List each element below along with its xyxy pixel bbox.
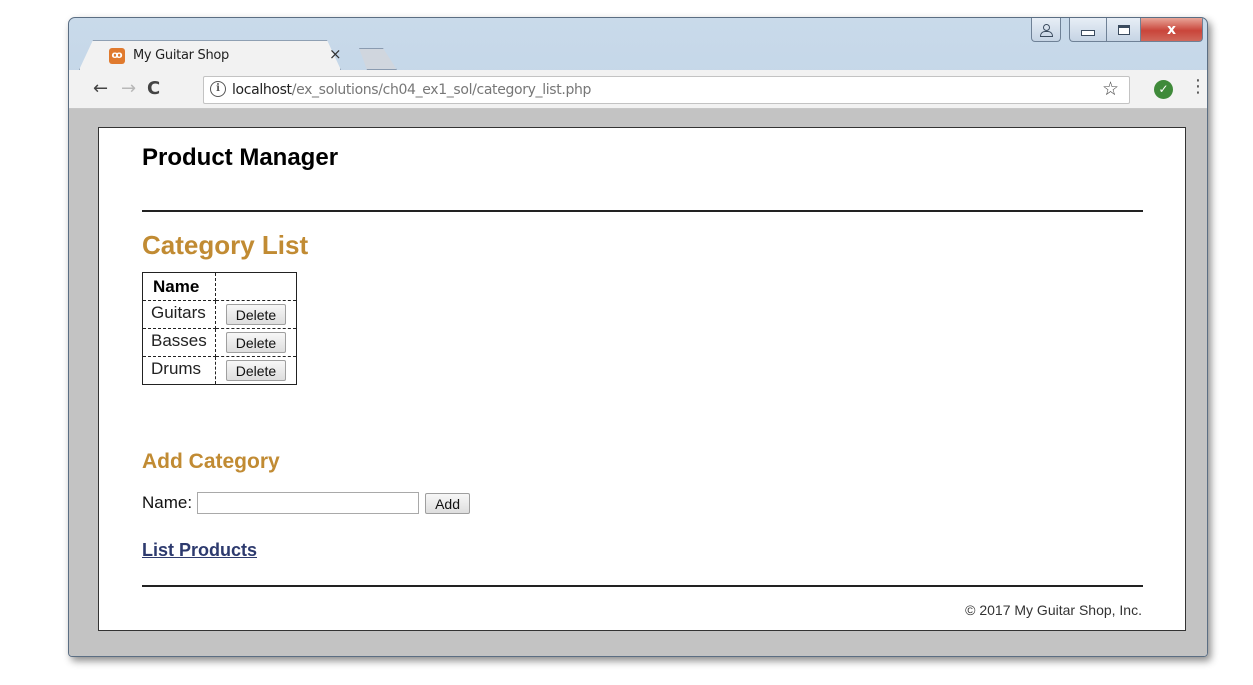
address-bar[interactable]: i localhost/ex_solutions/ch04_ex1_sol/ca… — [203, 76, 1130, 104]
header-divider — [142, 210, 1143, 212]
delete-button[interactable]: Delete — [225, 360, 287, 381]
forward-arrow-icon[interactable]: → — [121, 78, 136, 99]
menu-dots-icon[interactable]: ⋮ — [1189, 78, 1207, 96]
category-name: Drums — [142, 356, 216, 385]
xampp-icon: ꝏ — [109, 48, 125, 64]
category-actions-cell: Delete — [214, 356, 298, 385]
add-button[interactable]: Add — [425, 492, 470, 514]
user-profile-button[interactable] — [1031, 18, 1061, 42]
url-text[interactable]: localhost/ex_solutions/ch04_ex1_sol/cate… — [232, 82, 591, 98]
info-icon[interactable]: i — [210, 81, 226, 97]
url-host: localhost — [232, 82, 292, 98]
new-tab-button[interactable] — [353, 48, 397, 70]
browser-tab[interactable]: ꝏ My Guitar Shop × — [79, 40, 342, 70]
url-path: /ex_solutions/ch04_ex1_sol/category_list… — [291, 82, 592, 98]
tab-close-icon[interactable]: × — [329, 45, 342, 63]
page-header: Product Manager — [142, 142, 1142, 172]
page-container: Product Manager Category List Name Guita… — [98, 127, 1186, 631]
footer-copyright: © 2017 My Guitar Shop, Inc. — [965, 602, 1142, 618]
category-name: Basses — [142, 328, 216, 357]
table-row: Basses Delete — [142, 328, 298, 357]
table-row: Drums Delete — [142, 356, 298, 385]
maximize-button[interactable] — [1107, 18, 1141, 42]
close-window-button[interactable]: x — [1141, 18, 1203, 42]
delete-button[interactable]: Delete — [225, 304, 287, 325]
category-name: Guitars — [142, 300, 216, 329]
column-header-actions — [214, 272, 298, 301]
minimize-icon — [1081, 29, 1095, 36]
page-viewport: Product Manager Category List Name Guita… — [69, 109, 1207, 656]
column-header-name: Name — [142, 272, 216, 301]
list-products-link[interactable]: List Products — [142, 540, 257, 561]
category-name-input[interactable] — [197, 492, 420, 514]
bookmark-star-icon[interactable]: ☆ — [1102, 78, 1119, 101]
category-actions-cell: Delete — [214, 300, 298, 329]
reload-icon[interactable]: C — [147, 78, 160, 99]
minimize-button[interactable] — [1069, 18, 1107, 42]
browser-window: x ꝏ My Guitar Shop × ← → C i localhost/e… — [68, 17, 1208, 657]
extension-check-icon[interactable]: ✓ — [1154, 80, 1173, 99]
table-header-row: Name — [142, 272, 298, 301]
back-arrow-icon[interactable]: ← — [93, 78, 108, 99]
maximize-icon — [1117, 24, 1130, 35]
table-row: Guitars Delete — [142, 300, 298, 329]
tab-title: My Guitar Shop — [133, 48, 230, 63]
browser-toolbar: ← → C i localhost/ex_solutions/ch04_ex1_… — [69, 70, 1207, 109]
delete-button[interactable]: Delete — [225, 332, 287, 353]
add-category-form: Name: Add — [142, 492, 470, 514]
category-list-heading: Category List — [142, 230, 309, 260]
name-label: Name: — [142, 493, 193, 512]
window-controls: x — [1031, 18, 1203, 44]
category-table: Name Guitars Delete Basses Delete Drums — [142, 272, 298, 385]
category-actions-cell: Delete — [214, 328, 298, 357]
add-category-heading: Add Category — [142, 450, 280, 473]
page-title: Product Manager — [142, 144, 339, 171]
user-icon — [1040, 23, 1053, 37]
close-icon: x — [1166, 21, 1177, 38]
footer-divider — [142, 585, 1143, 587]
